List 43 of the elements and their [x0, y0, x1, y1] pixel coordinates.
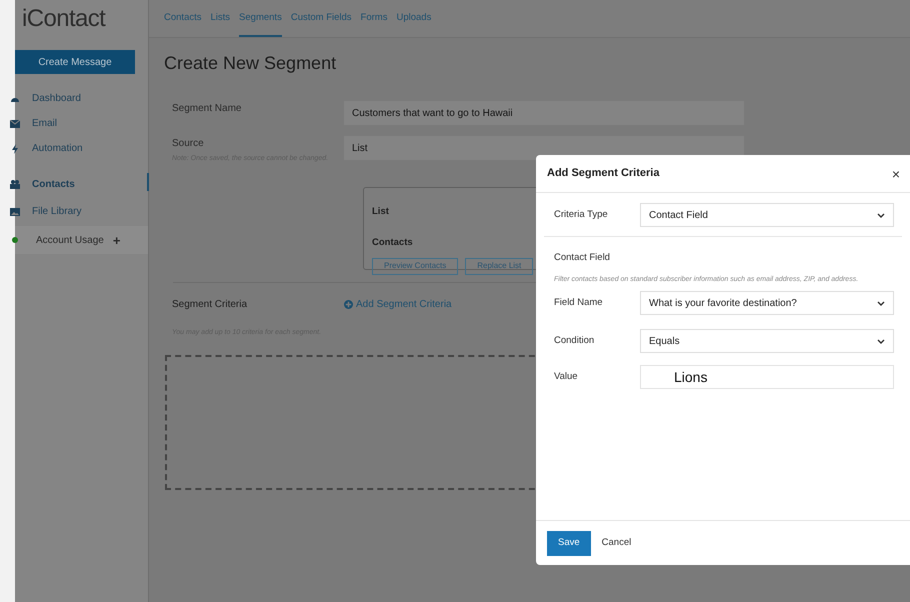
- chevron-down-icon: [877, 212, 885, 218]
- logo: iContact: [21, 4, 107, 34]
- page-title: Create New Segment: [164, 52, 338, 75]
- dialog-title: Add Segment Criteria: [547, 166, 660, 182]
- sidebar-item[interactable]: Automation: [32, 141, 83, 156]
- close-button[interactable]: ×: [892, 166, 900, 180]
- field-label: Source: [172, 137, 205, 151]
- value-field[interactable]: Lions: [640, 365, 894, 390]
- field-label: Criteria Type: [553, 208, 609, 222]
- chevron-down-icon: [877, 300, 885, 306]
- section-title: Contact Field: [553, 251, 611, 265]
- nav-tab[interactable]: Segments: [239, 1, 282, 37]
- field-label: Condition: [553, 334, 596, 348]
- nav-tab[interactable]: Forms: [360, 1, 388, 37]
- nav-tab[interactable]: Custom Fields: [290, 1, 352, 37]
- sidebar-item[interactable]: Dashboard: [32, 91, 81, 106]
- sidebar-item[interactable]: Contacts: [32, 176, 75, 192]
- people-icon: [10, 179, 20, 189]
- create-message-button[interactable]: Create Message: [15, 50, 135, 74]
- list-button[interactable]: Replace List: [465, 258, 534, 274]
- bolt-icon: [10, 144, 20, 154]
- field-label: Field Name: [553, 296, 604, 310]
- field-name-select[interactable]: What is your favorite destination?: [640, 291, 894, 316]
- nav-tab[interactable]: Uploads: [396, 1, 432, 37]
- save-button[interactable]: Save: [547, 530, 591, 556]
- field-label: Value: [553, 370, 579, 384]
- condition-select[interactable]: Equals: [640, 329, 894, 354]
- add-criteria-link[interactable]: Add Segment Criteria: [344, 297, 452, 312]
- field-label: Segment Name: [172, 102, 242, 116]
- contacts-label: Contacts: [372, 236, 414, 250]
- plus-button[interactable]: +: [112, 234, 120, 246]
- cancel-button[interactable]: Cancel: [602, 536, 632, 550]
- account-usage-label: Account Usage: [36, 234, 104, 248]
- criteria-type-select[interactable]: Contact Field: [640, 203, 894, 227]
- chevron-down-icon: [877, 338, 885, 344]
- segment-name-field[interactable]: Customers that want to go to Hawaii: [344, 101, 744, 125]
- plus-circle-icon: [344, 300, 353, 309]
- list-button[interactable]: Preview Contacts: [372, 258, 458, 274]
- sidebar-item[interactable]: Email: [32, 116, 58, 131]
- nav-tab[interactable]: Contacts: [164, 1, 202, 37]
- sidebar-item[interactable]: File Library: [32, 204, 82, 219]
- nav-tab[interactable]: Lists: [210, 1, 230, 37]
- section-label: Segment Criteria: [171, 298, 248, 312]
